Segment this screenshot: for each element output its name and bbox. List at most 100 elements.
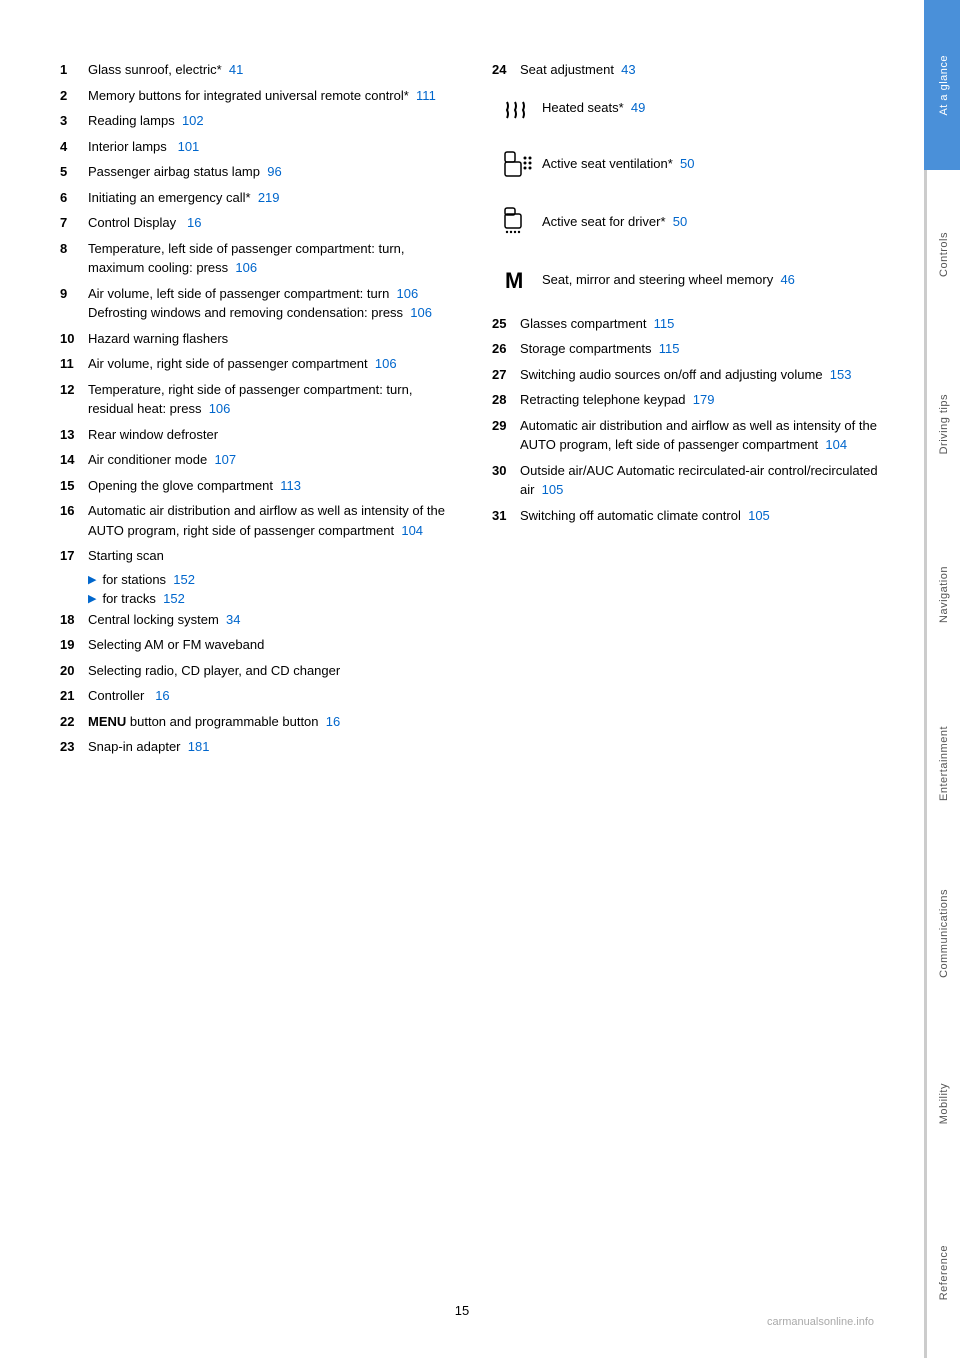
item-number: 2 [60, 86, 88, 106]
item-number: 10 [60, 329, 88, 349]
tab-controls[interactable]: Controls [924, 170, 960, 340]
list-item: 7 Control Display 16 [60, 213, 452, 233]
item-text: Air conditioner mode 107 [88, 450, 452, 470]
item-text: Starting scan [88, 546, 452, 566]
icon-row-seat-ventilation: Active seat ventilation* 50 [492, 140, 884, 188]
page-ref[interactable]: 179 [693, 392, 715, 407]
page-ref[interactable]: 104 [825, 437, 847, 452]
item-text: Temperature, left side of passenger comp… [88, 239, 452, 278]
page-ref[interactable]: 106 [375, 356, 397, 371]
page-ref[interactable]: 16 [326, 714, 340, 729]
item-text: Hazard warning flashers [88, 329, 452, 349]
page-ref[interactable]: 152 [163, 591, 185, 606]
tab-entertainment[interactable]: Entertainment [924, 679, 960, 849]
item-text: Control Display 16 [88, 213, 452, 233]
page-ref[interactable]: 113 [280, 478, 301, 493]
seat-ventilation-label: Active seat ventilation* 50 [542, 156, 884, 171]
page-ref[interactable]: 34 [226, 612, 240, 627]
page-ref[interactable]: 43 [621, 62, 635, 77]
list-item: 19 Selecting AM or FM waveband [60, 635, 452, 655]
tab-label-entertainment: Entertainment [938, 726, 950, 801]
item-number: 23 [60, 737, 88, 757]
page-ref[interactable]: 115 [654, 316, 675, 331]
list-item: 18 Central locking system 34 [60, 610, 452, 630]
icon-row-heated-seats: Heated seats* 49 [492, 86, 884, 130]
item-number: 6 [60, 188, 88, 208]
item-text: Selecting radio, CD player, and CD chang… [88, 661, 452, 681]
list-item: 2 Memory buttons for integrated universa… [60, 86, 452, 106]
tab-navigation[interactable]: Navigation [924, 509, 960, 679]
item-number: 17 [60, 546, 88, 566]
item-text: Air volume, right side of passenger comp… [88, 354, 452, 374]
seat-driver-label: Active seat for driver* 50 [542, 214, 884, 229]
list-item: 27 Switching audio sources on/off and ad… [492, 365, 884, 385]
page-ref[interactable]: 219 [258, 190, 280, 205]
page-ref[interactable]: 102 [182, 113, 204, 128]
page-ref[interactable]: 101 [178, 139, 200, 154]
list-item: 25 Glasses compartment 115 [492, 314, 884, 334]
seat-ventilation-icon [492, 144, 542, 184]
page-ref[interactable]: 96 [267, 164, 281, 179]
list-item: 13 Rear window defroster [60, 425, 452, 445]
tab-reference[interactable]: Reference [924, 1188, 960, 1358]
page-ref[interactable]: 105 [748, 508, 770, 523]
item-text: Snap-in adapter 181 [88, 737, 452, 757]
tab-label-communications: Communications [938, 889, 950, 978]
page-ref[interactable]: 115 [659, 341, 680, 356]
tab-communications[interactable]: Communications [924, 849, 960, 1019]
list-item: 30 Outside air/AUC Automatic recirculate… [492, 461, 884, 500]
item-number: 7 [60, 213, 88, 233]
item-text: MENU button and programmable button 16 [88, 712, 452, 732]
tab-driving-tips[interactable]: Driving tips [924, 340, 960, 510]
item-text: Rear window defroster [88, 425, 452, 445]
page-ref[interactable]: 153 [830, 367, 852, 382]
seat-driver-icon [492, 202, 542, 242]
item-text: Selecting AM or FM waveband [88, 635, 452, 655]
page-ref[interactable]: 104 [401, 523, 423, 538]
page-ref[interactable]: 152 [173, 572, 195, 587]
page-ref[interactable]: 106 [397, 286, 419, 301]
item-number: 14 [60, 450, 88, 470]
item-number: 26 [492, 339, 520, 359]
page-ref[interactable]: 105 [542, 482, 564, 497]
item-number: 16 [60, 501, 88, 540]
item-text: Glasses compartment 115 [520, 314, 884, 334]
list-item: 3 Reading lamps 102 [60, 111, 452, 131]
page-ref[interactable]: 41 [229, 62, 243, 77]
item-number: 12 [60, 380, 88, 419]
list-item: 16 Automatic air distribution and airflo… [60, 501, 452, 540]
sub-text: for tracks 152 [102, 591, 184, 606]
list-item: 4 Interior lamps 101 [60, 137, 452, 157]
page-ref[interactable]: 50 [680, 156, 694, 171]
page-ref[interactable]: 50 [673, 214, 687, 229]
page-ref[interactable]: 111 [416, 88, 436, 103]
item-number: 9 [60, 284, 88, 323]
item-number: 3 [60, 111, 88, 131]
page-ref[interactable]: 107 [214, 452, 236, 467]
list-item: 24 Seat adjustment 43 [492, 60, 884, 80]
page-ref[interactable]: 16 [155, 688, 169, 703]
list-item: 28 Retracting telephone keypad 179 [492, 390, 884, 410]
list-item: 10 Hazard warning flashers [60, 329, 452, 349]
page-ref[interactable]: 106 [209, 401, 231, 416]
list-item: 20 Selecting radio, CD player, and CD ch… [60, 661, 452, 681]
item-number: 29 [492, 416, 520, 455]
list-item: 15 Opening the glove compartment 113 [60, 476, 452, 496]
item-text: Switching off automatic climate control … [520, 506, 884, 526]
page-ref[interactable]: 106 [410, 305, 432, 320]
item-text: Retracting telephone keypad 179 [520, 390, 884, 410]
list-item: 8 Temperature, left side of passenger co… [60, 239, 452, 278]
watermark: carmanualsonline.info [767, 1316, 874, 1328]
tab-label-mobility: Mobility [938, 1083, 950, 1124]
item-text: Interior lamps 101 [88, 137, 452, 157]
page-ref[interactable]: 16 [187, 215, 201, 230]
left-column: 1 Glass sunroof, electric* 41 2 Memory b… [60, 60, 452, 763]
tab-mobility[interactable]: Mobility [924, 1019, 960, 1189]
page-ref[interactable]: 106 [235, 260, 257, 275]
page-ref[interactable]: 181 [188, 739, 210, 754]
tab-at-a-glance[interactable]: At a glance [924, 0, 960, 170]
page-ref[interactable]: 49 [631, 100, 645, 115]
item-number: 28 [492, 390, 520, 410]
list-item: 17 Starting scan [60, 546, 452, 566]
page-ref[interactable]: 46 [780, 272, 794, 287]
